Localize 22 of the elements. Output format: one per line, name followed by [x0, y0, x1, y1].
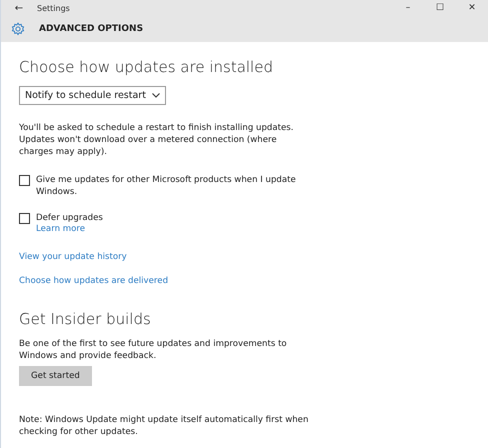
dropdown[interactable]: Notify to schedule restart [19, 86, 166, 105]
checkbox-label: Give me updates for other Microsoft products when I update Windows. [36, 174, 296, 198]
description: Be one of the first to see future updates and improvements to Windows and provide feedback. [19, 338, 288, 362]
back-button[interactable]: ← [1, 2, 37, 14]
description: You'll be asked to schedule a restart to finish installing updates. Updates won't download over a metered connection (where charges may apply). [19, 122, 295, 158]
checkbox-label: Defer upgrades [36, 212, 104, 224]
checkbox[interactable] [19, 213, 30, 224]
page-title: ADVANCED OPTIONS [39, 24, 144, 34]
section-heading: Choose how updates are installed [19, 58, 273, 76]
checkbox[interactable] [19, 175, 30, 186]
chevron-icon [152, 93, 160, 98]
link[interactable]: View your update history [19, 252, 127, 262]
settings-icon [11, 22, 25, 36]
window-title: Settings [37, 4, 71, 13]
note: Note: Windows Update might update itself automatically first when checking for other updates. [19, 414, 309, 438]
learn-more-link[interactable]: Learn more [36, 224, 296, 234]
window-control[interactable]: ✕ [456, 3, 488, 14]
link[interactable]: Choose how updates are delivered [19, 276, 168, 286]
window-control[interactable]: – [392, 3, 424, 14]
get-started-button[interactable]: Get started [19, 366, 92, 386]
section-heading: Get Insider builds [19, 310, 151, 328]
window-control[interactable]: ☐ [424, 3, 456, 14]
